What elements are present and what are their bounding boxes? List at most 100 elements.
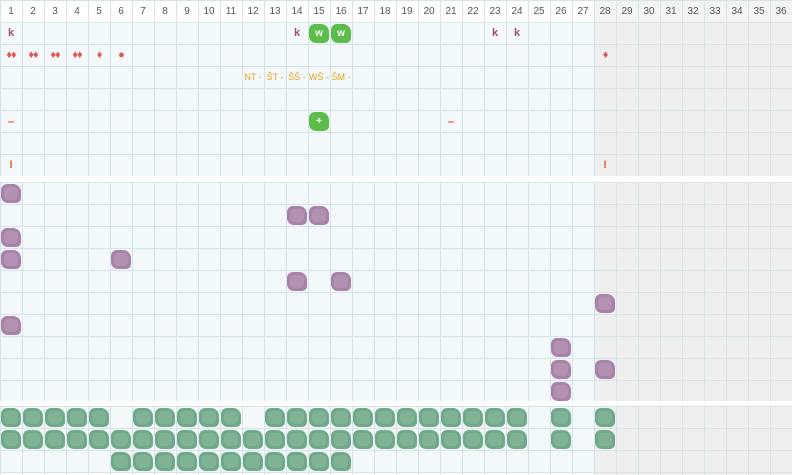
day-header[interactable]: 15 — [308, 0, 330, 22]
green-blob-icon — [155, 452, 175, 471]
grid-hline — [0, 154, 792, 155]
grid-hline — [0, 292, 792, 293]
green-blob-icon — [441, 408, 461, 427]
day-header[interactable]: 11 — [220, 0, 242, 22]
green-blob-icon — [419, 430, 439, 449]
green-blob-icon — [155, 430, 175, 449]
grid-hline — [0, 450, 792, 451]
green-blob-icon — [67, 430, 87, 449]
day-header[interactable]: 20 — [418, 0, 440, 22]
green-blob-icon — [111, 452, 131, 471]
green-blob-icon — [507, 408, 527, 427]
purple-blob-icon — [1, 316, 21, 335]
day-header[interactable]: 29 — [616, 0, 638, 22]
day-header[interactable]: 12 — [242, 0, 264, 22]
day-header[interactable]: 4 — [66, 0, 88, 22]
green-blob-icon — [221, 430, 241, 449]
green-blob-icon — [1, 408, 21, 427]
green-blob-icon — [265, 430, 285, 449]
day-header[interactable]: 33 — [704, 0, 726, 22]
future-shade-0 — [594, 22, 792, 176]
day-header[interactable]: 31 — [660, 0, 682, 22]
grid-hline — [0, 270, 792, 271]
bleeding-drop-icon: ● — [118, 49, 125, 61]
symptom-label: ŠŠ - — [288, 72, 306, 82]
purple-blob-icon — [551, 382, 571, 401]
purple-blob-icon — [1, 250, 21, 269]
green-blob-icon — [45, 408, 65, 427]
day-header[interactable]: 13 — [264, 0, 286, 22]
green-blob-icon — [177, 408, 197, 427]
day-header[interactable]: 21 — [440, 0, 462, 22]
purple-blob-icon — [595, 360, 615, 379]
cycle-chart-grid: 1 2 3 4 5 6 7 8 9 10 11 12 13 14 15 16 17 18 19 20 21 22 23 24 2… — [0, 0, 792, 475]
purple-blob-icon — [1, 228, 21, 247]
green-blob-icon — [463, 430, 483, 449]
w-mark-icon: w — [309, 24, 329, 43]
day-header[interactable]: 19 — [396, 0, 418, 22]
day-header[interactable]: 23 — [484, 0, 506, 22]
day-header[interactable]: 3 — [44, 0, 66, 22]
grid-hline — [0, 380, 792, 381]
green-blob-icon — [331, 408, 351, 427]
green-blob-icon — [1, 430, 21, 449]
green-blob-icon — [485, 430, 505, 449]
grid-hline — [0, 182, 792, 183]
purple-blob-icon — [551, 360, 571, 379]
day-header[interactable]: 2 — [22, 0, 44, 22]
grid-hline — [0, 472, 792, 473]
green-blob-icon — [133, 452, 153, 471]
day-header[interactable]: 8 — [154, 0, 176, 22]
green-blob-icon — [331, 430, 351, 449]
day-header[interactable]: 22 — [462, 0, 484, 22]
grid-hline — [0, 248, 792, 249]
day-header[interactable]: 16 — [330, 0, 352, 22]
day-header[interactable]: 30 — [638, 0, 660, 22]
green-blob-icon — [309, 452, 329, 471]
day-header[interactable]: 34 — [726, 0, 748, 22]
bleeding-drop-icon: ♦♦ — [72, 49, 82, 61]
grid-hline — [0, 66, 792, 67]
day-header[interactable]: 5 — [88, 0, 110, 22]
day-header[interactable]: 28 — [594, 0, 616, 22]
green-blob-icon — [199, 408, 219, 427]
green-blob-icon — [199, 452, 219, 471]
green-blob-icon — [375, 408, 395, 427]
day-header[interactable]: 27 — [572, 0, 594, 22]
day-header[interactable]: 14 — [286, 0, 308, 22]
k-mark: k — [293, 27, 301, 39]
purple-blob-icon — [331, 272, 351, 291]
day-header[interactable]: 7 — [132, 0, 154, 22]
green-blob-icon — [89, 430, 109, 449]
dash-mark: – — [447, 114, 455, 128]
grid-hline — [0, 204, 792, 205]
day-header[interactable]: 6 — [110, 0, 132, 22]
day-header[interactable]: 1 — [0, 0, 22, 22]
day-header[interactable]: 35 — [748, 0, 770, 22]
green-blob-icon — [23, 408, 43, 427]
bleeding-drop-icon: ♦♦ — [50, 49, 60, 61]
grid-hline — [0, 358, 792, 359]
day-header[interactable]: 26 — [550, 0, 572, 22]
grid-hline — [0, 226, 792, 227]
day-header[interactable]: 17 — [352, 0, 374, 22]
day-header[interactable]: 18 — [374, 0, 396, 22]
day-header[interactable]: 10 — [198, 0, 220, 22]
day-header[interactable]: 24 — [506, 0, 528, 22]
w-mark-icon: w — [331, 24, 351, 43]
dash-mark: – — [7, 114, 15, 128]
bar-mark: I — [9, 159, 13, 171]
day-header[interactable]: 9 — [176, 0, 198, 22]
green-blob-icon — [287, 452, 307, 471]
green-blob-icon — [133, 408, 153, 427]
bleeding-drop-icon: ♦ — [602, 49, 609, 61]
green-blob-icon — [23, 430, 43, 449]
band-separator — [0, 176, 792, 182]
grid-hline — [0, 132, 792, 133]
day-header[interactable]: 25 — [528, 0, 550, 22]
k-mark: k — [491, 27, 499, 39]
green-blob-icon — [331, 452, 351, 471]
day-header[interactable]: 32 — [682, 0, 704, 22]
grid-hline — [0, 22, 792, 23]
day-header[interactable]: 36 — [770, 0, 792, 22]
